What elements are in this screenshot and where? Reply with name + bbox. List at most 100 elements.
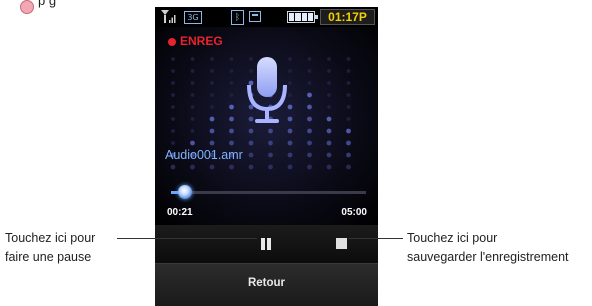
equalizer-dot (346, 93, 351, 97)
equalizer-dot (229, 104, 234, 110)
signal-strength-icon (161, 10, 176, 23)
equalizer-dot (209, 140, 215, 146)
equalizer-dot (307, 92, 312, 98)
equalizer-dot (307, 116, 312, 122)
equalizer-dot (248, 164, 254, 170)
equalizer-dot (287, 164, 293, 170)
equalizer-dot (209, 128, 215, 134)
header-text-fragment: p g (38, 0, 57, 8)
equalizer-dot (210, 81, 214, 85)
equalizer-dot (346, 69, 351, 73)
phone-screen: 3G ᛒ 01:17P ENREG Audio001.amr 00:21 05:… (155, 7, 378, 306)
record-indicator-icon (168, 38, 176, 46)
equalizer-dot (210, 105, 214, 109)
equalizer-dot (346, 117, 351, 121)
pause-callout-line2: faire une pause (5, 250, 92, 264)
equalizer-dot (307, 69, 312, 73)
equalizer-dot (171, 105, 175, 109)
equalizer-dot (248, 140, 254, 146)
equalizer-dot (287, 128, 293, 134)
status-bar: 3G ᛒ 01:17P (155, 7, 378, 27)
equalizer-dot (210, 57, 214, 61)
elapsed-time: 00:21 (167, 207, 193, 218)
equalizer-dot (346, 128, 351, 134)
equalizer-dot (287, 152, 293, 158)
equalizer-dot (190, 129, 195, 133)
equalizer-dot (190, 69, 195, 73)
equalizer-dot (190, 81, 195, 85)
equalizer-dot (229, 164, 234, 170)
equalizer-dot (307, 140, 312, 146)
equalizer-dot (229, 57, 234, 61)
equalizer-dot (307, 81, 312, 85)
equalizer-dot (268, 152, 273, 158)
equalizer-dot (326, 140, 332, 146)
progress-track[interactable] (171, 191, 366, 194)
recorder-visual: ENREG Audio001.amr 00:21 05:00 (155, 27, 378, 225)
pause-icon (261, 238, 265, 250)
equalizer-dot (190, 140, 195, 146)
equalizer-dot (190, 117, 195, 121)
equalizer-dot (248, 128, 254, 134)
pause-callout: Touchez ici pour faire une pause (5, 229, 95, 267)
file-name: Audio001.amr (165, 148, 243, 162)
equalizer-dot (170, 164, 176, 170)
equalizer-dot (307, 104, 312, 110)
equalizer-dot (307, 152, 312, 158)
equalizer-dot (171, 117, 175, 121)
equalizer-dot (346, 164, 351, 170)
equalizer-dot (307, 164, 312, 170)
memory-card-icon (249, 11, 261, 22)
equalizer-dot (346, 105, 351, 109)
equalizer-dot (268, 164, 273, 170)
equalizer-dot (307, 57, 312, 61)
equalizer-dot (327, 105, 331, 109)
equalizer-dot (327, 93, 331, 97)
equalizer-dot (326, 164, 332, 170)
battery-icon (287, 11, 318, 23)
equalizer-dot (171, 69, 175, 73)
equalizer-dot (190, 93, 195, 97)
equalizer-dot (229, 93, 234, 97)
clock: 01:17P (320, 9, 375, 25)
equalizer-dot (171, 141, 175, 145)
equalizer-dot (229, 116, 234, 122)
equalizer-dot (171, 57, 175, 61)
equalizer-dot (346, 57, 351, 61)
pause-button[interactable] (259, 234, 273, 254)
control-bar (155, 225, 378, 263)
equalizer-dot (326, 128, 332, 134)
save-callout-line1: Touchez ici pour (407, 231, 498, 245)
equalizer-dot (327, 69, 331, 73)
equalizer-dot (209, 116, 215, 122)
equalizer-dot (229, 69, 234, 73)
equalizer-dot (287, 140, 293, 146)
equalizer-dot (248, 152, 254, 158)
equalizer-dot (229, 81, 234, 85)
equalizer-dot (190, 164, 195, 170)
equalizer-dot (346, 140, 351, 146)
equalizer-dot (229, 128, 234, 134)
equalizer-dot (210, 93, 214, 97)
network-3g-icon: 3G (184, 11, 202, 24)
equalizer-dot (190, 105, 195, 109)
save-callout-line2: sauvegarder l'enregistrement (407, 250, 569, 264)
pause-callout-line (117, 238, 257, 239)
equalizer-dot (190, 57, 195, 61)
recording-label: ENREG (180, 34, 223, 48)
equalizer-dot (326, 152, 332, 158)
equalizer-dot (327, 57, 331, 61)
equalizer-dot (209, 164, 215, 170)
equalizer-dot (229, 140, 234, 146)
save-callout-line (348, 238, 403, 239)
bottom-softkey-bar: Retour (155, 263, 378, 306)
stop-save-button[interactable] (336, 238, 347, 249)
microphone-icon (247, 57, 287, 123)
equalizer-dot (268, 140, 273, 146)
back-button[interactable]: Retour (155, 277, 378, 289)
pause-callout-line1: Touchez ici pour (5, 231, 96, 245)
equalizer-dot (326, 116, 332, 122)
equalizer-dot (307, 128, 312, 134)
equalizer-dot (327, 81, 331, 85)
progress-knob[interactable] (177, 185, 192, 199)
